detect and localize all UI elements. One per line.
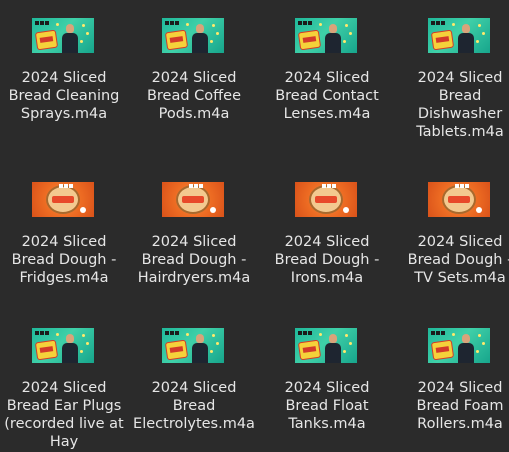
file-grid: 2024 Sliced Bread Cleaning Sprays.m4a 2024 … xyxy=(0,0,509,452)
file-name-label: 2024 Sliced Bread Dough - Fridges.m4a xyxy=(0,233,128,287)
dough-thumbnail-icon xyxy=(428,182,490,217)
file-name-line: Tanks.m4a xyxy=(288,416,366,432)
file-name-line: (recorded live at xyxy=(4,416,124,432)
file-item[interactable]: 2024 Sliced Bread Ear Plugs (recorded live… xyxy=(0,328,128,450)
file-name-line: Bread Coffee xyxy=(146,88,242,104)
file-name-line: Rollers.m4a xyxy=(417,416,503,432)
file-name-line: 2024 Sliced xyxy=(151,70,237,86)
dough-thumbnail-icon xyxy=(162,182,224,217)
podcast-thumbnail-icon xyxy=(32,18,94,53)
file-name-line: 2024 Sliced xyxy=(151,234,237,250)
file-name-line: Sprays.m4a xyxy=(20,106,108,122)
file-name-line: 2024 Sliced xyxy=(21,380,107,396)
file-item[interactable]: 2024 Sliced Bread Dough - Fridges.m4a xyxy=(0,182,128,302)
file-name-label: 2024 Sliced Bread Dough - Irons.m4a xyxy=(263,233,391,287)
file-item[interactable]: 2024 Sliced Bread Dough - Irons.m4a xyxy=(263,182,391,302)
file-item[interactable]: 2024 Sliced Bread Coffee Pods.m4a xyxy=(130,18,258,138)
podcast-thumbnail-icon xyxy=(295,328,357,363)
file-name-line: Bread Cleaning xyxy=(8,88,120,104)
podcast-thumbnail-icon xyxy=(428,328,490,363)
podcast-thumbnail-icon xyxy=(428,18,490,53)
file-name-line: Bread Foam xyxy=(416,398,504,414)
file-item[interactable]: 2024 Sliced Bread Dishwasher Tablets.m4a xyxy=(396,18,509,141)
file-name-label: 2024 Sliced Bread Dough - Hairdryers.m4a xyxy=(130,233,258,287)
file-name-label: 2024 Sliced Bread Dishwasher Tablets.m4a xyxy=(396,69,509,141)
file-name-line: 2024 Sliced xyxy=(417,70,503,86)
podcast-thumbnail-icon xyxy=(162,18,224,53)
file-name-line: Bread Contact xyxy=(275,88,379,104)
file-name-line: Bread Dough - xyxy=(11,252,117,268)
file-name-line: Fridges.m4a xyxy=(19,270,109,286)
file-name-line: Dishwasher xyxy=(417,106,503,122)
file-name-line: Bread xyxy=(438,88,482,104)
file-item[interactable]: 2024 Sliced Bread Dough - TV Sets.m4a xyxy=(396,182,509,302)
file-name-line: Bread Float xyxy=(285,398,369,414)
file-name-line: 2024 Sliced xyxy=(151,380,237,396)
file-name-label: 2024 Sliced Bread Dough - TV Sets.m4a xyxy=(396,233,509,287)
file-name-label: 2024 Sliced Bread Coffee Pods.m4a xyxy=(130,69,258,123)
file-name-line: 2024 Sliced xyxy=(21,70,107,86)
file-name-line: Bread Dough - xyxy=(274,252,380,268)
file-name-line: 2024 Sliced xyxy=(284,234,370,250)
file-item[interactable]: 2024 Sliced Bread Float Tanks.m4a xyxy=(263,328,391,448)
file-name-line: Hay Festival).m4a xyxy=(49,434,79,450)
file-name-label: 2024 Sliced Bread Ear Plugs (recorded live… xyxy=(0,379,128,452)
file-name-line: 2024 Sliced xyxy=(284,380,370,396)
file-item[interactable]: 2024 Sliced Bread Electrolytes.m4a xyxy=(130,328,258,448)
file-name-line: Irons.m4a xyxy=(290,270,364,286)
file-name-line: Bread Dough - xyxy=(407,252,509,268)
podcast-thumbnail-icon xyxy=(162,328,224,363)
dough-thumbnail-icon xyxy=(295,182,357,217)
file-item[interactable]: 2024 Sliced Bread Contact Lenses.m4a xyxy=(263,18,391,138)
file-name-line: Electrolytes.m4a xyxy=(133,416,255,432)
podcast-thumbnail-icon xyxy=(295,18,357,53)
file-name-line: 2024 Sliced xyxy=(21,234,107,250)
file-item[interactable]: 2024 Sliced Bread Foam Rollers.m4a xyxy=(396,328,509,448)
file-name-line: Hairdryers.m4a xyxy=(137,270,251,286)
file-name-line: 2024 Sliced xyxy=(417,380,503,396)
file-name-line: 2024 Sliced xyxy=(284,70,370,86)
file-item[interactable]: 2024 Sliced Bread Cleaning Sprays.m4a xyxy=(0,18,128,138)
file-name-line: Lenses.m4a xyxy=(283,106,371,122)
file-name-label: 2024 Sliced Bread Cleaning Sprays.m4a xyxy=(0,69,128,123)
file-name-line: Bread Dough - xyxy=(141,252,247,268)
file-name-label: 2024 Sliced Bread Foam Rollers.m4a xyxy=(396,379,509,433)
file-name-line: Tablets.m4a xyxy=(416,124,504,140)
file-name-label: 2024 Sliced Bread Electrolytes.m4a xyxy=(130,379,258,433)
file-item[interactable]: 2024 Sliced Bread Dough - Hairdryers.m4a xyxy=(130,182,258,302)
file-name-line: TV Sets.m4a xyxy=(414,270,506,286)
podcast-thumbnail-icon xyxy=(32,328,94,363)
dough-thumbnail-icon xyxy=(32,182,94,217)
file-name-line: Bread Ear Plugs xyxy=(6,398,122,414)
file-name-label: 2024 Sliced Bread Float Tanks.m4a xyxy=(263,379,391,433)
file-name-label: 2024 Sliced Bread Contact Lenses.m4a xyxy=(263,69,391,123)
file-name-line: Pods.m4a xyxy=(158,106,230,122)
file-name-line: Bread xyxy=(172,398,216,414)
file-name-line: 2024 Sliced xyxy=(417,234,503,250)
